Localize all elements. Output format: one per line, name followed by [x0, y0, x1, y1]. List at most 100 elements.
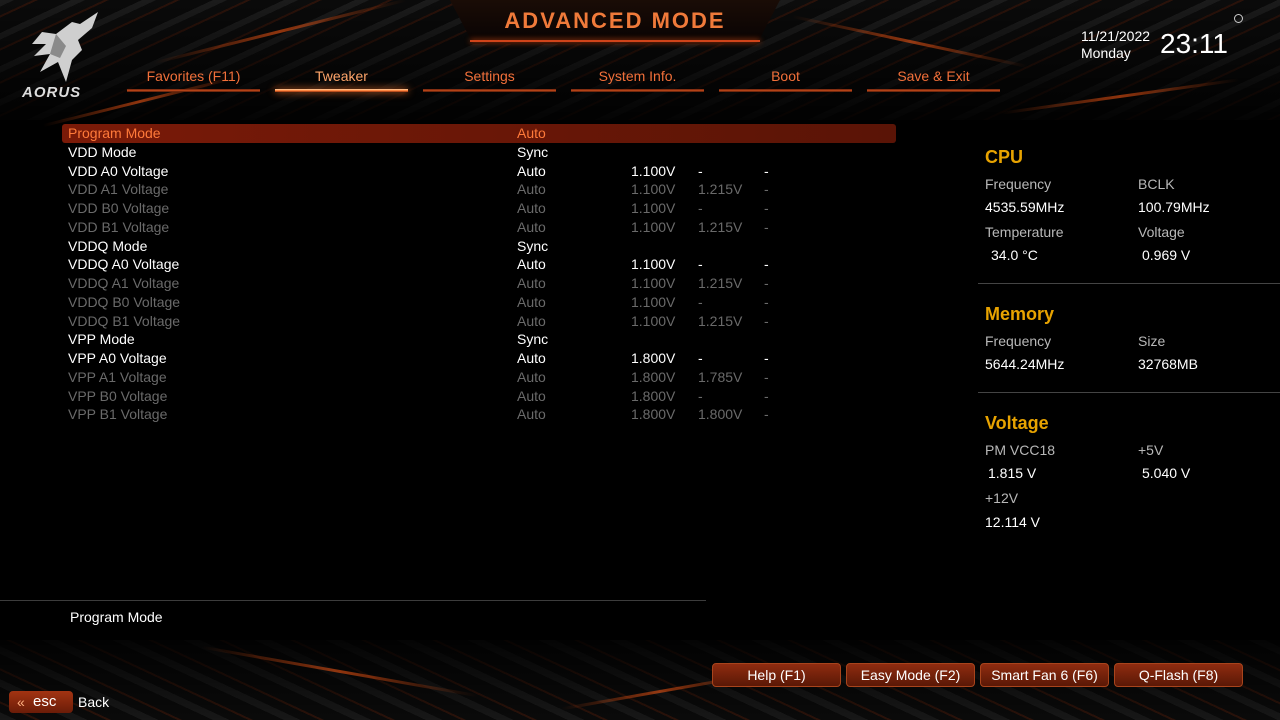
tab-label: Favorites (F11) — [146, 68, 241, 84]
setting-value-1: 1.100V — [631, 181, 676, 198]
setting-value: Sync — [517, 237, 549, 254]
setting-value-2: - — [698, 293, 703, 310]
setting-value-1: 1.800V — [631, 387, 676, 404]
memory-section: Memory — [985, 304, 1265, 325]
setting-value-1: 1.100V — [631, 275, 676, 291]
setting-value-1: 1.100V — [631, 256, 676, 273]
setting-value-3: - — [764, 293, 769, 310]
decor-streak — [792, 15, 1028, 68]
setting-value-3: - — [764, 181, 769, 198]
cpu-voltage-value: 0.969 V — [1142, 247, 1191, 263]
tab-underline — [867, 89, 1000, 92]
tab-system-info[interactable]: System Info. — [571, 66, 704, 92]
day-text: Monday — [1081, 45, 1131, 61]
setting-value: Auto — [517, 293, 546, 310]
setting-value-2: 1.785V — [698, 368, 743, 385]
setting-label: VDD A0 Voltage — [68, 162, 169, 179]
setting-label: VPP A0 Voltage — [68, 350, 167, 366]
main-tabs: Favorites (F11) Tweaker Settings System … — [127, 66, 1007, 96]
setting-label: VDDQ A1 Voltage — [68, 275, 180, 291]
setting-row: VPP A1 Voltage Auto 1.800V 1.785V - — [62, 368, 896, 387]
cpu-heading: CPU — [985, 147, 1024, 167]
setting-value: Auto — [517, 368, 546, 385]
setting-row[interactable]: VPP A0 Voltage Auto 1.800V - - — [62, 349, 896, 368]
decor-streak — [153, 0, 407, 65]
setting-value: Auto — [517, 275, 546, 291]
tab-boot[interactable]: Boot — [719, 66, 852, 92]
tab-favorites[interactable]: Favorites (F11) — [127, 66, 260, 92]
esc-label: esc — [33, 693, 57, 710]
setting-row[interactable]: VDDQ A0 Voltage Auto 1.100V - - — [62, 255, 896, 274]
setting-label: VDDQ A0 Voltage — [68, 256, 180, 273]
setting-value: Auto — [517, 162, 546, 179]
setting-row[interactable]: VDDQ Mode Sync — [62, 237, 896, 256]
tab-settings[interactable]: Settings — [423, 66, 556, 92]
setting-value-1: 1.100V — [631, 162, 676, 179]
date-text: 11/21/2022 — [1081, 28, 1151, 44]
setting-row: VDDQ A1 Voltage Auto 1.100V 1.215V - — [62, 274, 896, 293]
setting-label: VPP B0 Voltage — [68, 387, 168, 404]
q-flash-button[interactable]: Q-Flash (F8) — [1114, 663, 1243, 687]
setting-value-2: 1.215V — [698, 181, 743, 198]
setting-value-2: - — [698, 200, 703, 216]
setting-row: VPP B1 Voltage Auto 1.800V 1.800V - — [62, 405, 896, 424]
setting-value-1: 1.100V — [631, 293, 676, 310]
cpu-frequency-value: 4535.59MHz — [985, 199, 1065, 215]
setting-row: VDD A1 Voltage Auto 1.100V 1.215V - — [62, 180, 896, 199]
cpu-temperature-value: 34.0 °C — [991, 247, 1038, 263]
easy-mode-button[interactable]: Easy Mode (F2) — [846, 663, 975, 687]
cpu-temperature-label: Temperature — [985, 224, 1064, 240]
setting-label: VDD Mode — [68, 143, 137, 160]
cpu-frequency-label: Frequency — [985, 176, 1052, 192]
setting-value-3: - — [764, 406, 769, 423]
setting-row: VDD B0 Voltage Auto 1.100V - - — [62, 199, 896, 218]
setting-label: VDD B0 Voltage — [68, 200, 170, 216]
setting-label: VDDQ B1 Voltage — [68, 312, 181, 329]
setting-value-1: 1.800V — [631, 406, 676, 423]
tab-save-exit[interactable]: Save & Exit — [867, 66, 1000, 92]
tab-underline — [423, 89, 556, 92]
decor-streak — [201, 645, 479, 698]
setting-value-2: - — [698, 256, 703, 273]
decor-streak — [1000, 78, 1240, 115]
setting-value-3: - — [764, 218, 769, 235]
tab-underline — [571, 89, 704, 92]
setting-row[interactable]: VDD Mode Sync — [62, 143, 896, 162]
memory-frequency-value: 5644.24MHz — [985, 356, 1065, 372]
voltage-section: Voltage — [985, 413, 1265, 434]
setting-value: Sync — [517, 143, 549, 160]
setting-value-1: 1.100V — [631, 218, 676, 235]
setting-value-1: 1.800V — [631, 368, 676, 385]
pm-vcc18-value: 1.815 V — [988, 465, 1037, 481]
smart-fan-button[interactable]: Smart Fan 6 (F6) — [980, 663, 1109, 687]
setting-value: Auto — [517, 125, 546, 141]
pm-vcc18-label: PM VCC18 — [985, 442, 1056, 458]
setting-row: VDD B1 Voltage Auto 1.100V 1.215V - — [62, 218, 896, 237]
date-display: 11/21/2022 Monday — [1081, 28, 1150, 62]
esc-button[interactable]: « esc — [9, 691, 73, 713]
cpu-section: CPU — [985, 147, 1265, 168]
help-button[interactable]: Help (F1) — [712, 663, 841, 687]
clock-time[interactable]: 23:11 — [1160, 28, 1228, 60]
setting-value-2: 1.215V — [698, 218, 743, 235]
tab-tweaker[interactable]: Tweaker — [275, 66, 408, 92]
setting-row[interactable]: VPP Mode Sync — [62, 330, 896, 349]
gear-icon[interactable] — [1234, 14, 1243, 23]
setting-label: VDD A1 Voltage — [68, 181, 169, 198]
setting-label: VPP B1 Voltage — [68, 406, 168, 423]
setting-value-1: 1.800V — [631, 350, 676, 366]
plus12v-label: +12V — [985, 490, 1019, 506]
setting-value-2: - — [698, 387, 703, 404]
setting-value-3: - — [764, 350, 769, 366]
plus12v-value: 12.114 V — [985, 514, 1041, 530]
tab-underline — [275, 89, 408, 92]
back-label[interactable]: Back — [78, 694, 109, 710]
setting-row[interactable]: VDD A0 Voltage Auto 1.100V - - — [62, 162, 896, 181]
setting-value-2: 1.800V — [698, 406, 743, 423]
setting-label: VDD B1 Voltage — [68, 218, 170, 235]
cpu-bclk-value: 100.79MHz — [1138, 199, 1210, 215]
setting-value: Sync — [517, 331, 549, 348]
item-help-text: Program Mode — [70, 609, 163, 625]
tab-underline — [127, 89, 260, 92]
setting-row[interactable]: Program Mode Auto — [62, 124, 896, 143]
